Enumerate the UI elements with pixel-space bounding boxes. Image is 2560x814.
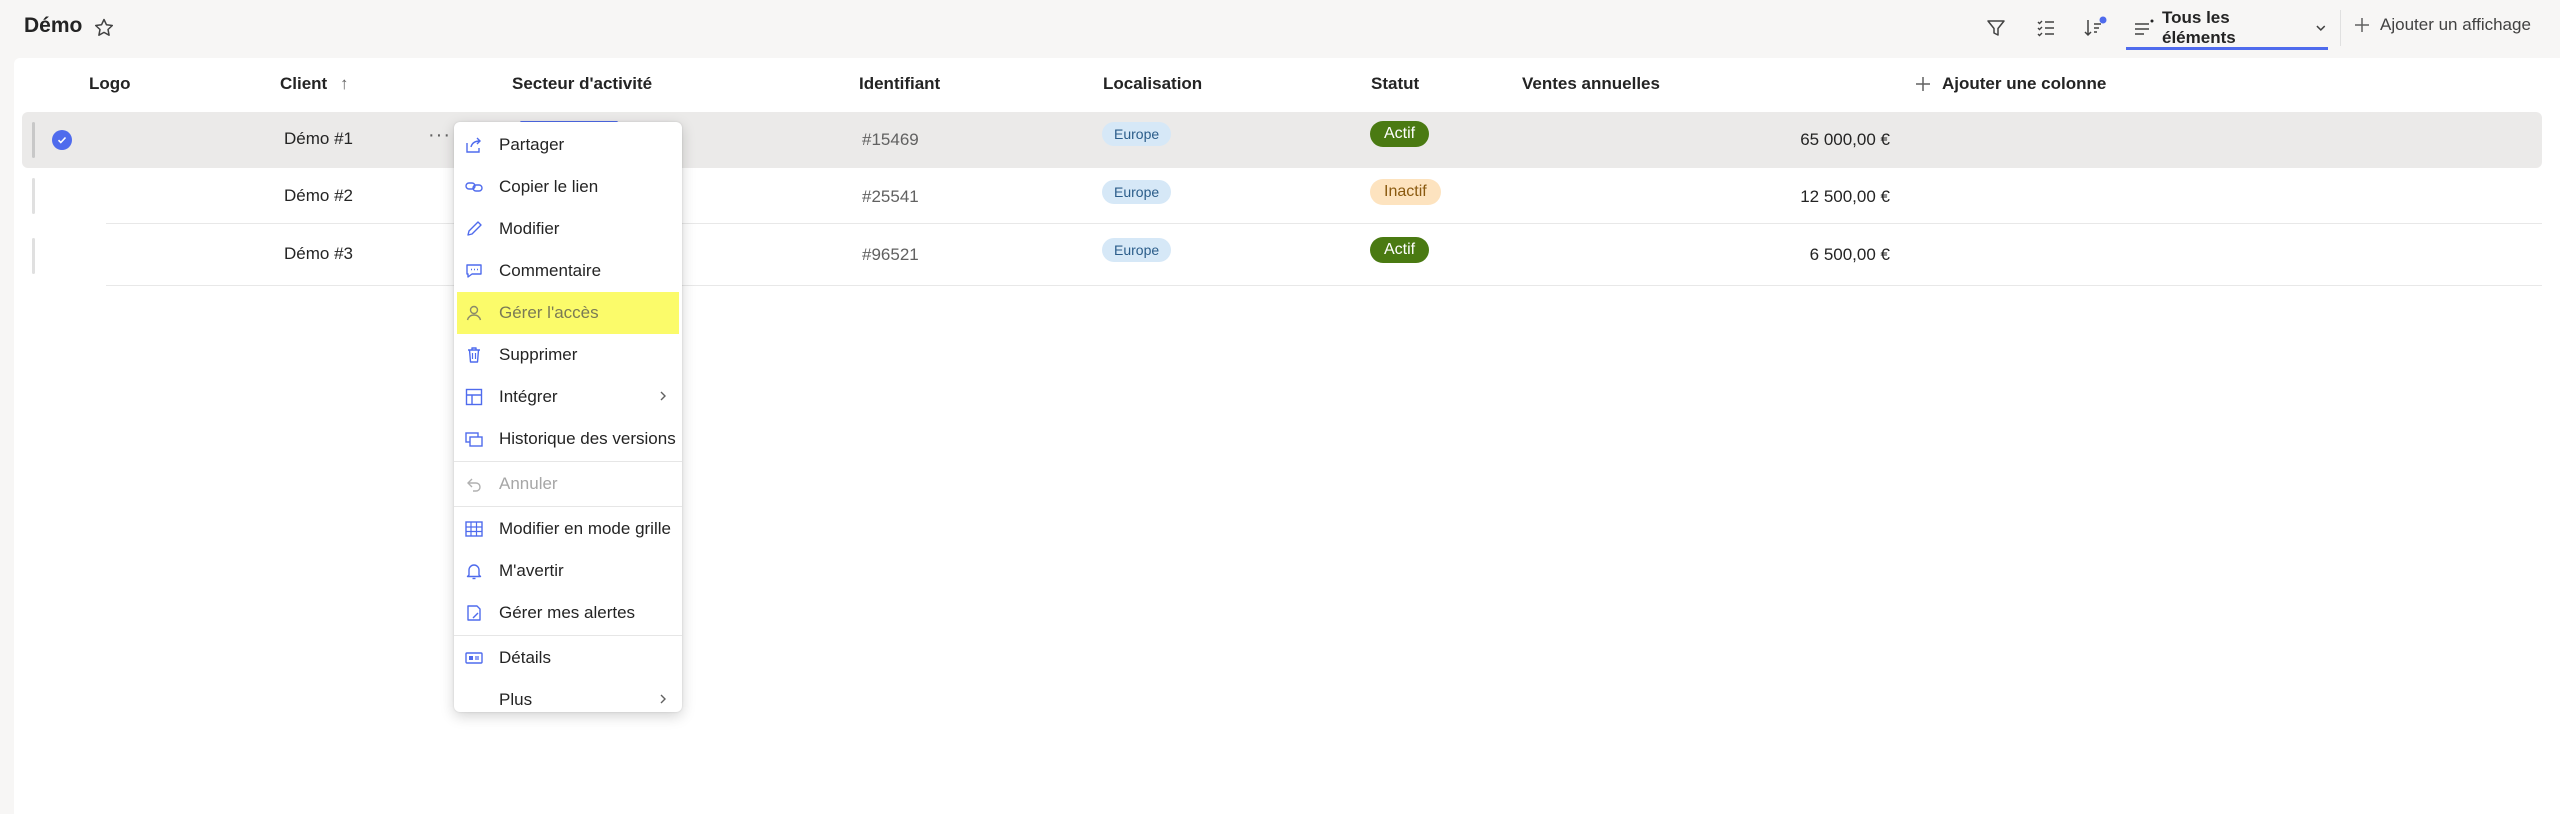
- trash-icon: [463, 344, 485, 366]
- menu-item-manage-alerts[interactable]: Gérer mes alertes: [454, 592, 682, 634]
- column-header-identifier[interactable]: Identifiant: [859, 74, 940, 94]
- menu-separator: [454, 506, 682, 507]
- cell-client[interactable]: Démo #1: [284, 129, 353, 149]
- embed-icon: [463, 386, 485, 408]
- more-options-icon[interactable]: ···: [428, 124, 451, 147]
- column-header-client-label: Client: [280, 74, 328, 93]
- cell-identifier: #15469: [862, 130, 919, 149]
- plus-icon: [2355, 18, 2369, 32]
- grid-icon: [463, 518, 485, 540]
- table-row[interactable]: Démo #3 #96521 Europe Actif 6 500,00 €: [22, 230, 2542, 286]
- add-view-label: Ajouter un affichage: [2380, 15, 2531, 34]
- share-icon: [463, 134, 485, 156]
- header-divider: [2340, 10, 2341, 46]
- menu-item-comment[interactable]: Commentaire: [454, 250, 682, 292]
- column-header-sector[interactable]: Secteur d'activité: [512, 74, 652, 94]
- add-column-button[interactable]: Ajouter une colonne: [1914, 74, 2106, 94]
- filter-icon[interactable]: [1982, 14, 2010, 42]
- table-row[interactable]: Démo #1 ··· #15469 Europe Actif 65 000,0…: [22, 112, 2542, 168]
- column-header-logo[interactable]: Logo: [89, 74, 131, 94]
- cell-client[interactable]: Démo #3: [284, 244, 353, 264]
- row-checkbox-checked-icon[interactable]: [52, 130, 72, 150]
- menu-item-label: Modifier: [499, 219, 560, 238]
- menu-item-delete[interactable]: Supprimer: [454, 334, 682, 376]
- menu-item-label: Gérer l'accès: [499, 303, 599, 322]
- view-list-icon: [2135, 19, 2154, 35]
- status-badge: Inactif: [1370, 179, 1441, 205]
- row-selection-bar: [32, 122, 35, 158]
- pencil-icon: [463, 218, 485, 240]
- cell-annual-sales: 65 000,00 €: [1800, 130, 1890, 149]
- history-icon: [463, 428, 485, 450]
- menu-item-grid-edit[interactable]: Modifier en mode grille: [454, 508, 682, 550]
- menu-item-undo[interactable]: Annuler: [454, 463, 682, 505]
- menu-separator: [454, 635, 682, 636]
- menu-item-label: Annuler: [499, 474, 558, 493]
- menu-item-share[interactable]: Partager: [454, 124, 682, 166]
- menu-item-label: Modifier en mode grille: [499, 519, 671, 538]
- menu-item-edit[interactable]: Modifier: [454, 208, 682, 250]
- menu-separator: [454, 461, 682, 462]
- chevron-right-icon: [660, 391, 666, 401]
- column-header-client[interactable]: Client ↑: [280, 74, 348, 94]
- table-row[interactable]: Démo #2 #25541 Europe Inactif 12 500,00 …: [22, 168, 2542, 224]
- menu-item-version-history[interactable]: Historique des versions: [454, 418, 682, 460]
- menu-item-label: Historique des versions: [499, 429, 676, 448]
- group-icon[interactable]: [2032, 14, 2060, 42]
- person-icon: [463, 302, 485, 324]
- row-selection-bar: [32, 238, 35, 274]
- menu-item-label: Supprimer: [499, 345, 578, 364]
- add-column-label: Ajouter une colonne: [1942, 74, 2107, 93]
- status-badge: Actif: [1370, 121, 1430, 147]
- menu-item-label: M'avertir: [499, 561, 564, 580]
- menu-item-label: Détails: [499, 648, 551, 667]
- cell-identifier: #96521: [862, 245, 919, 264]
- add-view-button[interactable]: Ajouter un affichage: [2352, 15, 2531, 35]
- chevron-down-icon: [2316, 25, 2326, 31]
- header: Démo Tous les éléments Ajouter un affich…: [0, 0, 2560, 58]
- column-header-location[interactable]: Localisation: [1103, 74, 1202, 94]
- bell-icon: [463, 560, 485, 582]
- view-selector-label: Tous les éléments: [2162, 7, 2236, 47]
- comment-icon: [463, 260, 485, 282]
- menu-item-label: Copier le lien: [499, 177, 599, 196]
- column-header-annual-sales[interactable]: Ventes annuelles: [1522, 74, 1660, 94]
- cell-identifier: #25541: [862, 187, 919, 206]
- menu-item-label: Partager: [499, 135, 565, 154]
- plus-icon: [1916, 77, 1930, 91]
- location-pill: Europe: [1102, 238, 1172, 262]
- cell-annual-sales: 12 500,00 €: [1800, 187, 1890, 206]
- sort-ascending-icon: ↑: [339, 74, 349, 93]
- menu-item-label: Plus: [499, 690, 533, 709]
- undo-icon: [463, 473, 485, 495]
- cell-client[interactable]: Démo #2: [284, 186, 353, 206]
- menu-item-label: Gérer mes alertes: [499, 603, 636, 622]
- menu-item-details[interactable]: Détails: [454, 637, 682, 679]
- context-menu: Partager Copier le lien Modifier Comment…: [454, 122, 682, 712]
- sort-icon[interactable]: [2080, 14, 2108, 42]
- location-pill: Europe: [1102, 122, 1172, 146]
- alerts-icon: [463, 602, 485, 624]
- column-header-status[interactable]: Statut: [1371, 74, 1419, 94]
- status-badge: Actif: [1370, 237, 1430, 263]
- location-pill: Europe: [1102, 180, 1172, 204]
- menu-item-notify-me[interactable]: M'avertir: [454, 550, 682, 592]
- row-selection-bar: [32, 178, 35, 214]
- menu-item-manage-access[interactable]: Gérer l'accès: [457, 292, 679, 334]
- page-title: Démo: [24, 14, 83, 37]
- view-selector-button[interactable]: Tous les éléments: [2126, 8, 2328, 50]
- cell-annual-sales: 6 500,00 €: [1809, 245, 1890, 264]
- menu-item-copy-link[interactable]: Copier le lien: [454, 166, 682, 208]
- menu-item-icon-placeholder: [463, 689, 485, 711]
- link-icon: [463, 176, 485, 198]
- star-icon[interactable]: [92, 16, 116, 40]
- chevron-right-icon: [660, 694, 666, 704]
- menu-item-more[interactable]: Plus: [454, 679, 682, 721]
- menu-item-label: Commentaire: [499, 261, 602, 280]
- menu-item-embed[interactable]: Intégrer: [454, 376, 682, 418]
- menu-item-label: Intégrer: [499, 387, 558, 406]
- details-icon: [463, 647, 485, 669]
